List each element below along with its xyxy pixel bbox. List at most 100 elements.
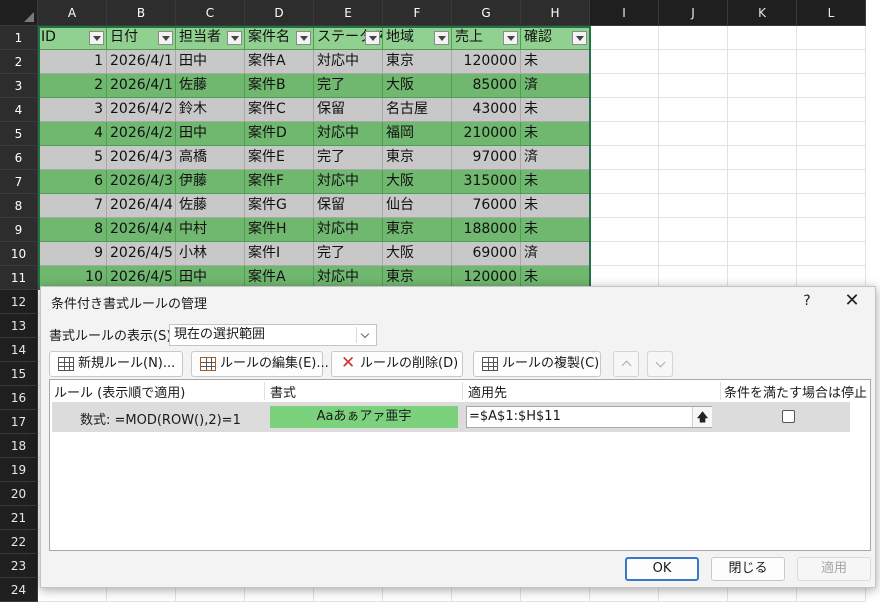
row-header-24[interactable]: 24 <box>0 578 38 602</box>
edit-rule-button[interactable]: ルールの編集(E)... <box>191 351 329 377</box>
cell-j4[interactable] <box>659 98 728 122</box>
row-header-1[interactable]: 1 <box>0 26 38 50</box>
cell-d7[interactable]: 案件F <box>245 170 314 194</box>
column-header-k[interactable]: K <box>728 0 797 26</box>
row-header-4[interactable]: 4 <box>0 98 38 122</box>
cell-k9[interactable] <box>728 218 797 242</box>
cell-g1[interactable]: 売上 <box>452 26 521 50</box>
filter-dropdown-icon[interactable] <box>89 31 104 45</box>
cell-b8[interactable]: 2026/4/4 <box>107 194 176 218</box>
column-header-c[interactable]: C <box>176 0 245 26</box>
cell-k8[interactable] <box>728 194 797 218</box>
cell-h8[interactable]: 未 <box>521 194 590 218</box>
cell-d1[interactable]: 案件名 <box>245 26 314 50</box>
cell-e5[interactable]: 対応中 <box>314 122 383 146</box>
cell-g6[interactable]: 97000 <box>452 146 521 170</box>
row-header-19[interactable]: 19 <box>0 458 38 482</box>
applies-to-input[interactable]: =$A$1:$H$11 <box>466 406 712 428</box>
close-icon[interactable]: ✕ <box>837 289 867 313</box>
cell-e10[interactable]: 完了 <box>314 242 383 266</box>
cell-b5[interactable]: 2026/4/2 <box>107 122 176 146</box>
cell-j6[interactable] <box>659 146 728 170</box>
cell-f2[interactable]: 東京 <box>383 50 452 74</box>
cell-h4[interactable]: 未 <box>521 98 590 122</box>
cell-f9[interactable]: 東京 <box>383 218 452 242</box>
new-rule-button[interactable]: 新規ルール(N)... <box>49 351 183 377</box>
cell-c2[interactable]: 田中 <box>176 50 245 74</box>
cell-c9[interactable]: 中村 <box>176 218 245 242</box>
cell-d8[interactable]: 案件G <box>245 194 314 218</box>
filter-dropdown-icon[interactable] <box>158 31 173 45</box>
filter-dropdown-icon[interactable] <box>227 31 242 45</box>
cell-k1[interactable] <box>728 26 797 50</box>
cell-b6[interactable]: 2026/4/3 <box>107 146 176 170</box>
cell-e2[interactable]: 対応中 <box>314 50 383 74</box>
cell-d3[interactable]: 案件B <box>245 74 314 98</box>
cell-b10[interactable]: 2026/4/5 <box>107 242 176 266</box>
column-header-l[interactable]: L <box>797 0 866 26</box>
cell-k3[interactable] <box>728 74 797 98</box>
cell-b3[interactable]: 2026/4/1 <box>107 74 176 98</box>
cell-e4[interactable]: 保留 <box>314 98 383 122</box>
cell-k4[interactable] <box>728 98 797 122</box>
cell-g7[interactable]: 315000 <box>452 170 521 194</box>
cell-i10[interactable] <box>590 242 659 266</box>
row-header-21[interactable]: 21 <box>0 506 38 530</box>
stop-if-true-checkbox[interactable] <box>782 410 795 423</box>
cell-a10[interactable]: 9 <box>38 242 107 266</box>
cell-j7[interactable] <box>659 170 728 194</box>
row-header-12[interactable]: 12 <box>0 290 38 314</box>
column-header-j[interactable]: J <box>659 0 728 26</box>
cell-c4[interactable]: 鈴木 <box>176 98 245 122</box>
cell-i3[interactable] <box>590 74 659 98</box>
cell-g9[interactable]: 188000 <box>452 218 521 242</box>
cell-a5[interactable]: 4 <box>38 122 107 146</box>
filter-dropdown-icon[interactable] <box>434 31 449 45</box>
cell-k5[interactable] <box>728 122 797 146</box>
cell-e8[interactable]: 保留 <box>314 194 383 218</box>
cell-l6[interactable] <box>797 146 866 170</box>
row-header-18[interactable]: 18 <box>0 434 38 458</box>
row-header-23[interactable]: 23 <box>0 554 38 578</box>
cell-l8[interactable] <box>797 194 866 218</box>
delete-rule-button[interactable]: ✕ ルールの削除(D) <box>331 351 463 377</box>
cell-i7[interactable] <box>590 170 659 194</box>
cell-h10[interactable]: 済 <box>521 242 590 266</box>
cell-d5[interactable]: 案件D <box>245 122 314 146</box>
cell-a9[interactable]: 8 <box>38 218 107 242</box>
close-button[interactable]: 閉じる <box>711 557 785 581</box>
cell-e9[interactable]: 対応中 <box>314 218 383 242</box>
rules-list[interactable]: ルール (表示順で適用) 書式 適用先 条件を満たす場合は停止 数式: =MOD… <box>49 379 871 551</box>
cell-l3[interactable] <box>797 74 866 98</box>
column-header-d[interactable]: D <box>245 0 314 26</box>
cell-c8[interactable]: 佐藤 <box>176 194 245 218</box>
cell-f5[interactable]: 福岡 <box>383 122 452 146</box>
cell-h1[interactable]: 確認 <box>521 26 590 50</box>
cell-l4[interactable] <box>797 98 866 122</box>
cell-c3[interactable]: 佐藤 <box>176 74 245 98</box>
filter-dropdown-icon[interactable] <box>572 31 587 45</box>
row-header-13[interactable]: 13 <box>0 314 38 338</box>
cell-h5[interactable]: 未 <box>521 122 590 146</box>
row-header-15[interactable]: 15 <box>0 362 38 386</box>
cell-h2[interactable]: 未 <box>521 50 590 74</box>
apply-button[interactable]: 適用 <box>797 557 871 581</box>
cell-d2[interactable]: 案件A <box>245 50 314 74</box>
ok-button[interactable]: OK <box>625 557 699 581</box>
rule-row[interactable]: 数式: =MOD(ROW(),2)=1 Aaあぁアァ亜宇 =$A$1:$H$11… <box>52 402 850 432</box>
row-header-16[interactable]: 16 <box>0 386 38 410</box>
row-header-7[interactable]: 7 <box>0 170 38 194</box>
cell-k2[interactable] <box>728 50 797 74</box>
cell-b7[interactable]: 2026/4/3 <box>107 170 176 194</box>
cell-e1[interactable]: ステータス <box>314 26 383 50</box>
select-all-corner[interactable] <box>0 0 38 26</box>
cell-c7[interactable]: 伊藤 <box>176 170 245 194</box>
cell-j3[interactable] <box>659 74 728 98</box>
cell-a4[interactable]: 3 <box>38 98 107 122</box>
cell-i4[interactable] <box>590 98 659 122</box>
move-down-button[interactable] <box>647 351 673 377</box>
cell-b4[interactable]: 2026/4/2 <box>107 98 176 122</box>
cell-g10[interactable]: 69000 <box>452 242 521 266</box>
cell-k10[interactable] <box>728 242 797 266</box>
cell-d4[interactable]: 案件C <box>245 98 314 122</box>
